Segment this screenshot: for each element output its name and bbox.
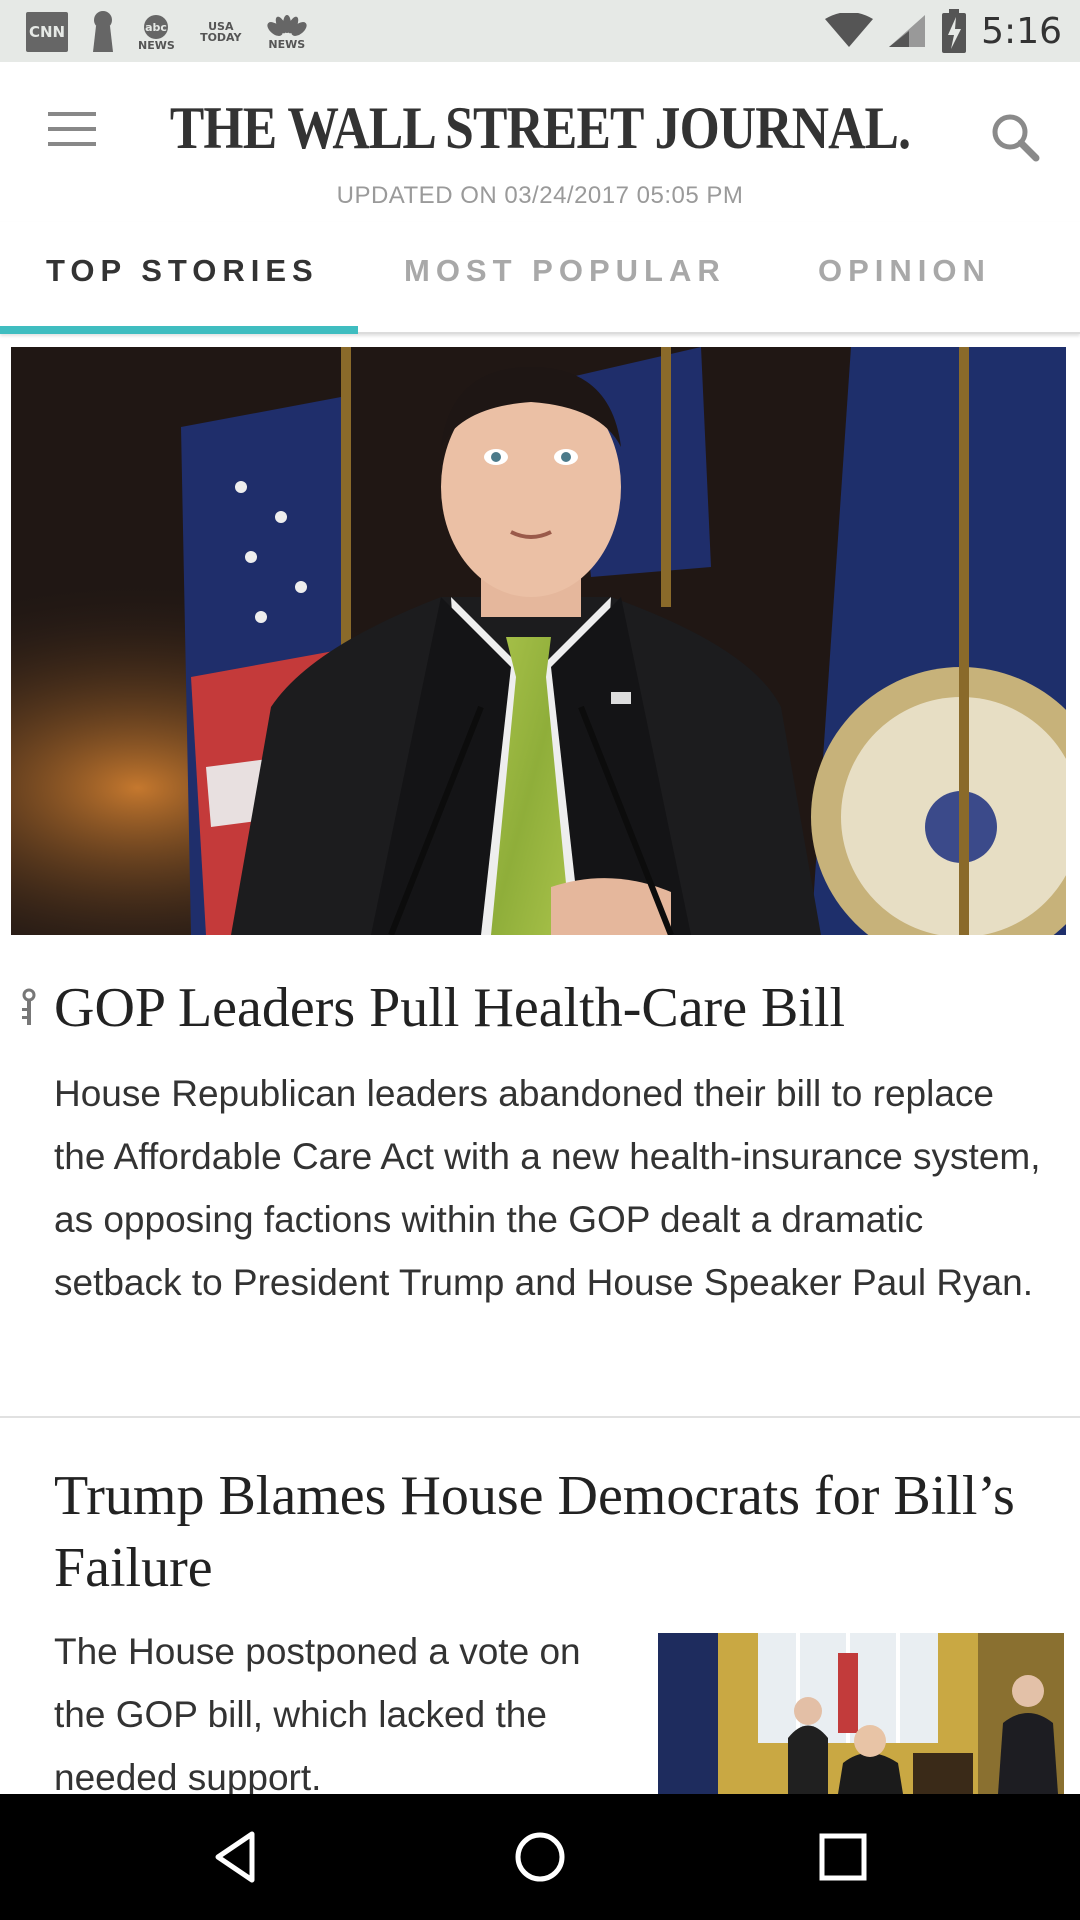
story-headline[interactable]: Trump Blames House Democrats for Bill’s …: [54, 1460, 1034, 1604]
clock: 5:16: [981, 10, 1062, 52]
story-headline[interactable]: GOP Leaders Pull Health-Care Bill: [54, 976, 845, 1040]
battery-charging-icon: [942, 9, 967, 53]
system-nav-bar: [0, 1794, 1080, 1920]
back-icon[interactable]: [204, 1824, 270, 1890]
active-tab-indicator: [0, 326, 358, 334]
cnn-icon: CNN: [26, 12, 68, 52]
tab-opinion[interactable]: OPINION: [818, 222, 991, 334]
abc-news-icon: abc NEWS: [138, 14, 175, 51]
svg-text:abc: abc: [145, 21, 167, 34]
lead-story-photo[interactable]: [11, 347, 1066, 935]
wifi-icon: [825, 13, 874, 47]
story-summary: House Republican leaders abandoned their…: [54, 1073, 1041, 1303]
usa-today-icon: USA TODAY: [200, 20, 242, 44]
story-divider: [0, 1416, 1080, 1418]
story-summary: The House postponed a vote on the GOP bi…: [54, 1631, 581, 1798]
keyhole-icon: [93, 11, 113, 52]
search-icon[interactable]: [988, 110, 1042, 164]
recent-apps-icon[interactable]: [810, 1824, 876, 1890]
subscriber-key-icon: [22, 988, 36, 1025]
updated-timestamp: UPDATED ON 03/24/2017 05:05 PM: [336, 182, 744, 209]
tab-top-stories[interactable]: TOP STORIES: [46, 222, 319, 334]
story-thumbnail[interactable]: [658, 1633, 1064, 1794]
section-tabs: TOP STORIES MOST POPULAR OPINION: [0, 222, 1080, 334]
status-bar: CNN abc NEWS USA TODAY NEWS 5:16: [0, 0, 1080, 62]
system-icons: 5:16: [825, 8, 1062, 54]
notification-icons: CNN abc NEWS USA TODAY NEWS: [26, 10, 307, 54]
cell-signal-icon: [889, 15, 926, 47]
masthead-logo: THE WALL STREET JOURNAL.: [169, 95, 911, 161]
home-icon[interactable]: [507, 1824, 573, 1890]
tab-most-popular[interactable]: MOST POPULAR: [404, 222, 726, 334]
app-header: THE WALL STREET JOURNAL. UPDATED ON 03/2…: [0, 62, 1080, 222]
nbc-news-icon: NEWS: [267, 14, 307, 50]
